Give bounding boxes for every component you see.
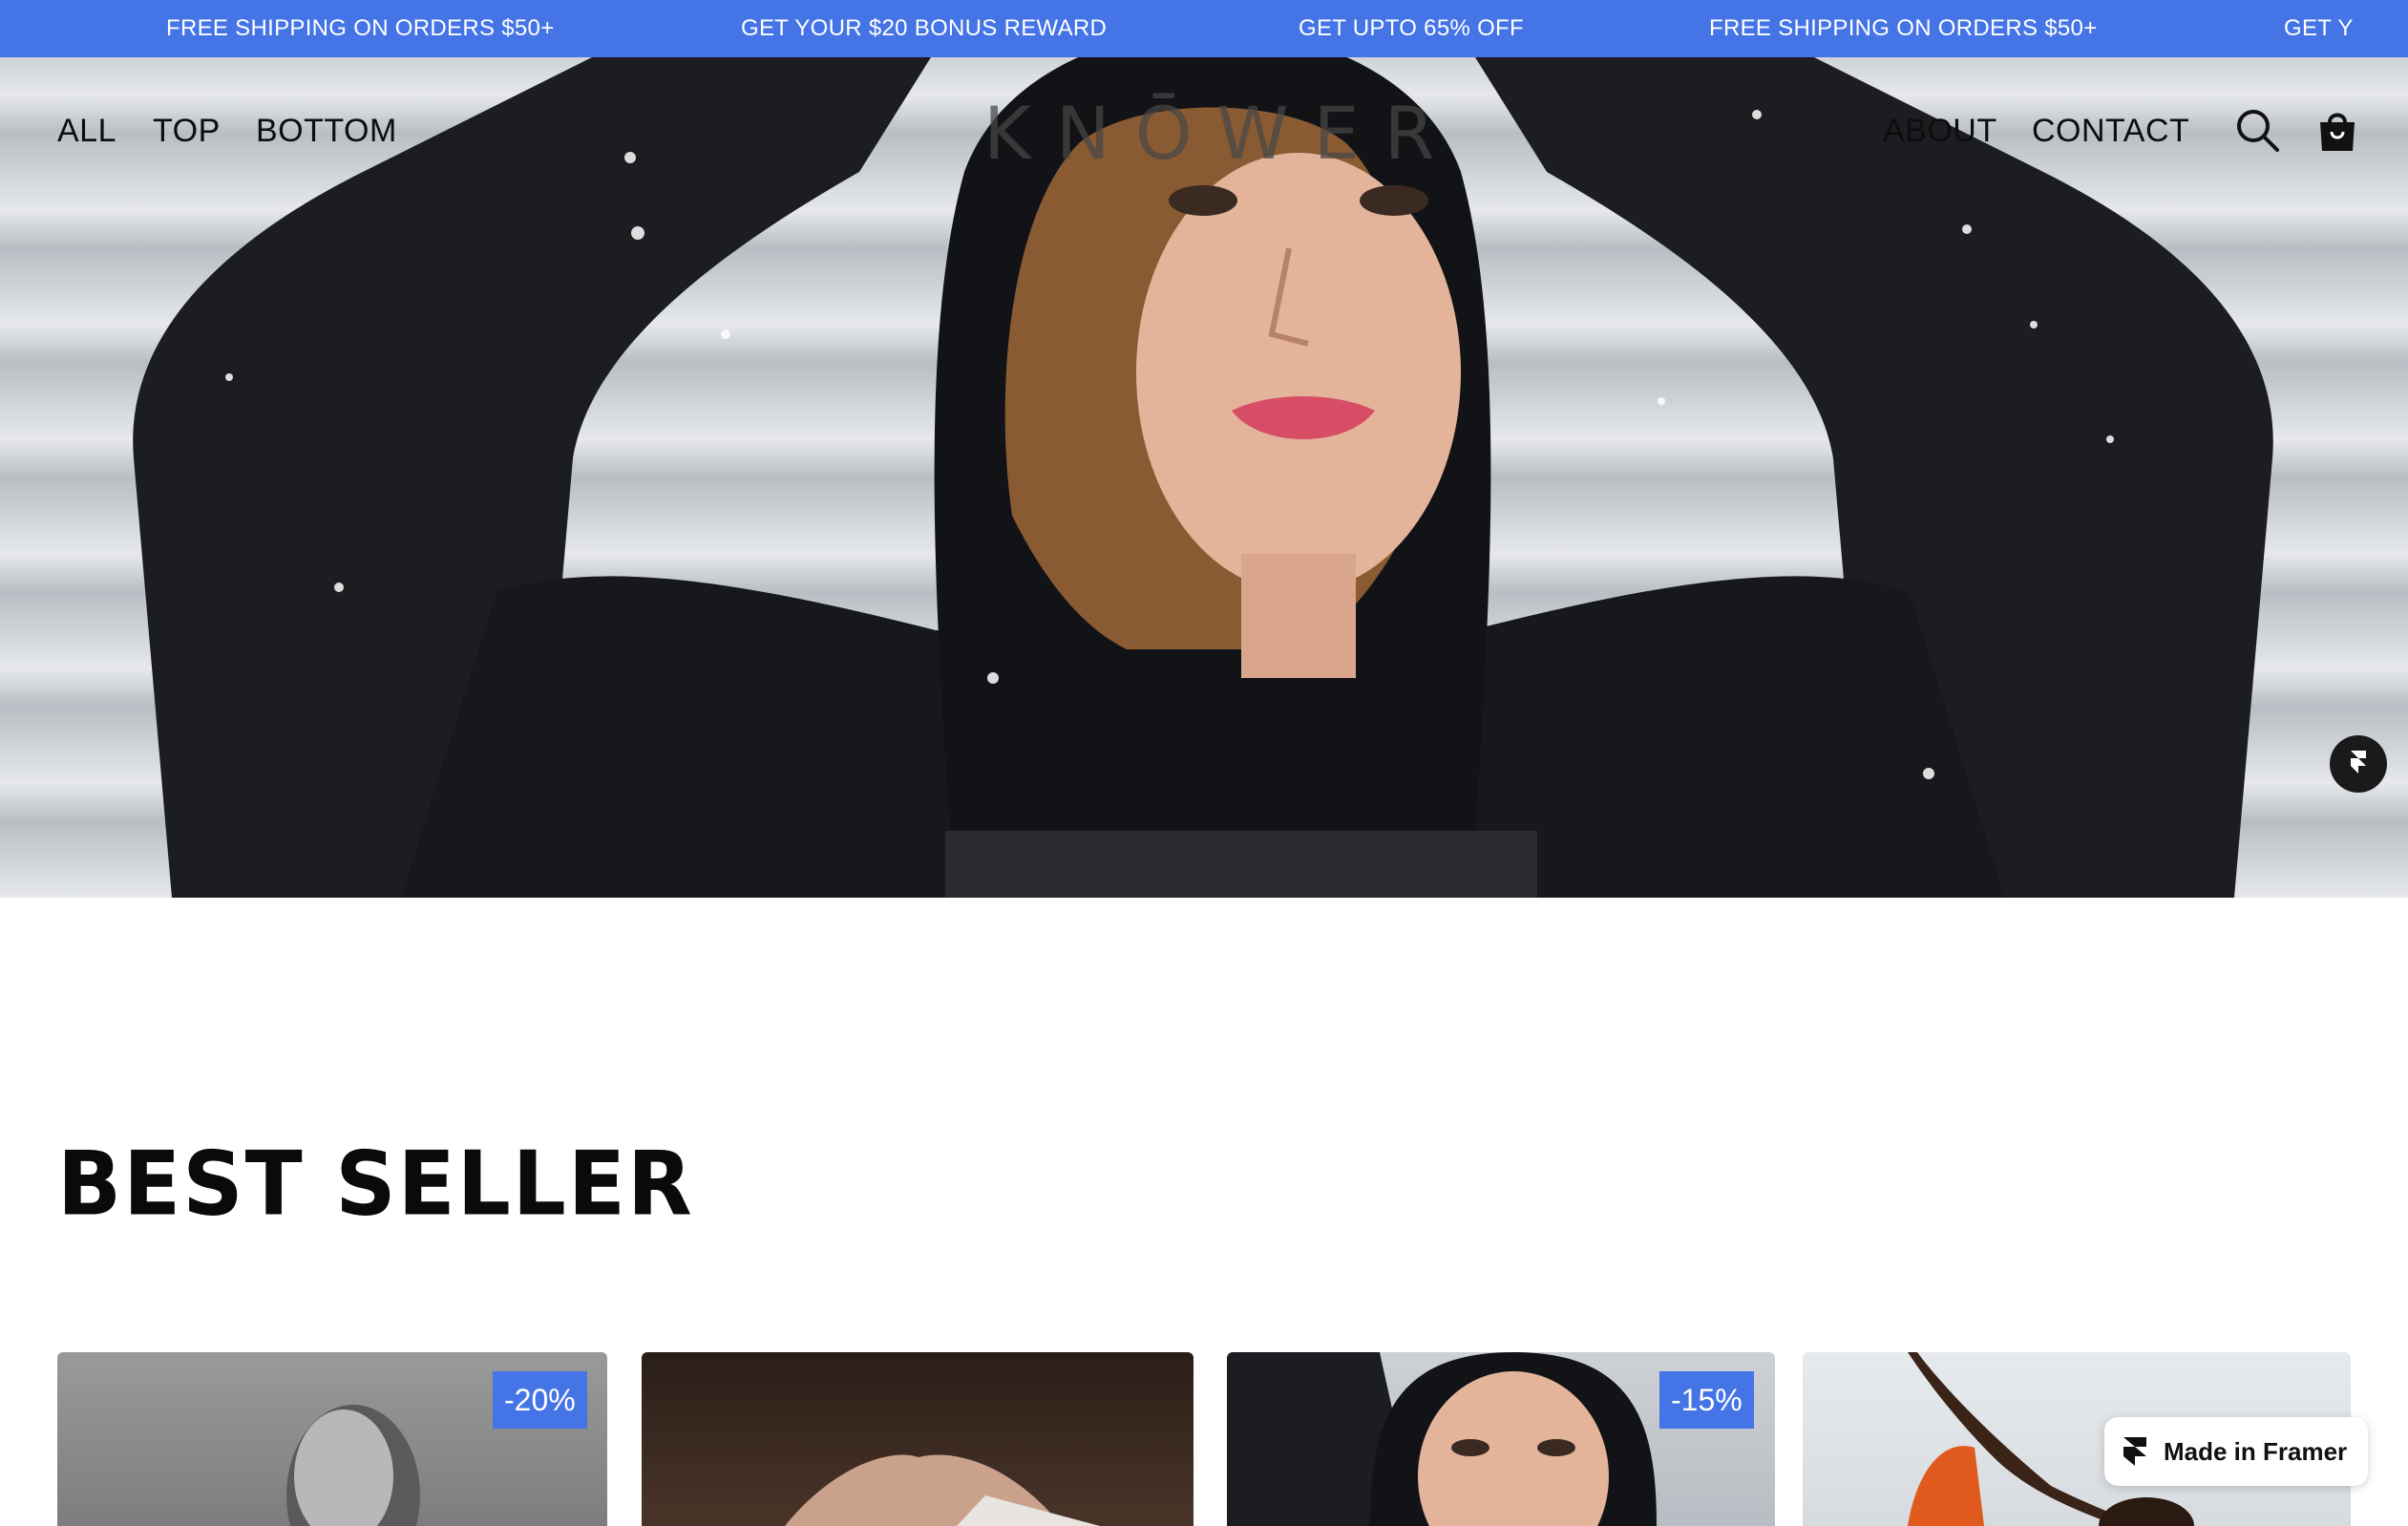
section-title: BEST SELLER	[57, 1132, 694, 1236]
discount-badge: -15%	[1659, 1371, 1754, 1429]
announcement-item: GET Y	[2284, 15, 2354, 41]
made-in-framer-label: Made in Framer	[2164, 1436, 2348, 1466]
announcement-item: GET UPTO 65% OFF	[1299, 15, 1524, 41]
announcement-item: FREE SHIPPING ON ORDERS $50+	[1709, 15, 2098, 41]
brand-logo[interactable]: KNŌWER	[983, 95, 1434, 172]
product-card[interactable]	[642, 1352, 1193, 1526]
product-image	[785, 1454, 1100, 1526]
search-icon[interactable]	[2234, 107, 2280, 153]
made-in-framer-badge[interactable]: Made in Framer	[2104, 1417, 2368, 1486]
nav-link-contact[interactable]: CONTACT	[2032, 113, 2189, 150]
nav-link-bottom[interactable]: BOTTOM	[256, 113, 397, 150]
shopping-bag-icon[interactable]	[2314, 107, 2360, 153]
framer-icon-button[interactable]	[2330, 735, 2387, 793]
nav-link-all[interactable]: ALL	[57, 113, 116, 150]
framer-icon	[2123, 1437, 2146, 1466]
nav-link-about[interactable]: ABOUT	[1883, 113, 1997, 150]
framer-icon	[2351, 751, 2366, 774]
announcement-item: GET YOUR $20 BONUS REWARD	[741, 15, 1108, 41]
announcement-bar: FREE SHIPPING ON ORDERS $50+ GET YOUR $2…	[0, 0, 2408, 57]
discount-badge: -20%	[493, 1371, 587, 1429]
hero-illustration	[133, 57, 2273, 898]
hero-image	[0, 57, 2408, 898]
nav-link-top[interactable]: TOP	[153, 113, 221, 150]
announcement-item: FREE SHIPPING ON ORDERS $50+	[166, 15, 555, 41]
